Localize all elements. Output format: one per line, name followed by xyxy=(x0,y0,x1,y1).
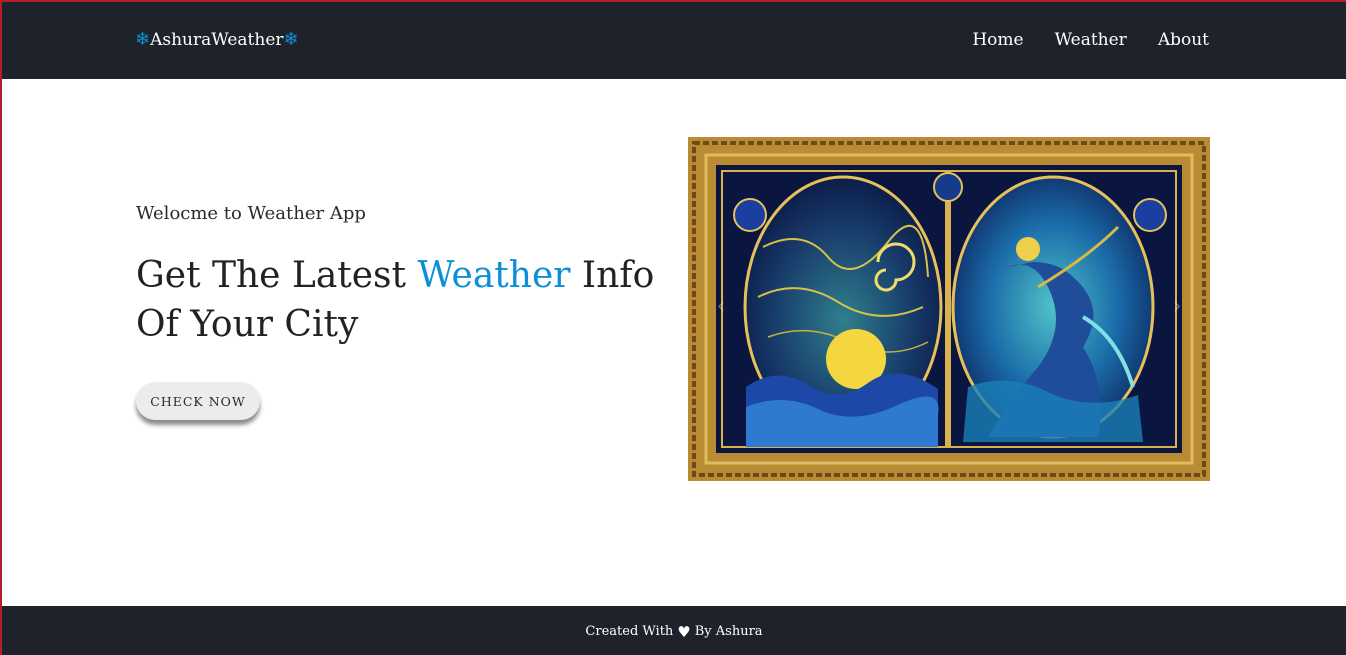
snowflake-icon: ❄ xyxy=(283,29,299,50)
welcome-text: Welocme to Weather App xyxy=(136,203,366,224)
chevron-left-icon[interactable]: ‹ xyxy=(706,287,736,327)
chevron-right-icon[interactable]: › xyxy=(1162,287,1192,327)
navbar: ❄ AshuraWeather ❄ Home Weather About xyxy=(2,2,1346,79)
footer: Created With ♥ By Ashura xyxy=(2,606,1346,655)
brand-name: AshuraWeather xyxy=(150,30,284,50)
nav-weather-link[interactable]: Weather xyxy=(1055,30,1127,50)
check-now-button[interactable]: CHECK NOW xyxy=(136,382,260,420)
image-carousel: ‹ › xyxy=(688,137,1210,481)
carousel-artwork-image xyxy=(688,137,1210,481)
nav-about-link[interactable]: About xyxy=(1158,30,1209,50)
hero-section: Welocme to Weather App Get The Latest We… xyxy=(2,79,1346,606)
brand-logo[interactable]: ❄ AshuraWeather ❄ xyxy=(135,30,299,50)
snowflake-icon: ❄ xyxy=(135,29,151,50)
heart-icon: ♥ xyxy=(677,622,691,641)
headline-part: Get The Latest xyxy=(136,255,418,296)
hero-headline: Get The Latest Weather Info Of Your City xyxy=(136,251,676,349)
footer-author: By Ashura xyxy=(694,624,763,639)
nav-links: Home Weather About xyxy=(972,30,1209,50)
nav-home-link[interactable]: Home xyxy=(972,30,1023,50)
headline-accent: Weather xyxy=(417,255,571,296)
footer-text: Created With xyxy=(585,624,674,639)
